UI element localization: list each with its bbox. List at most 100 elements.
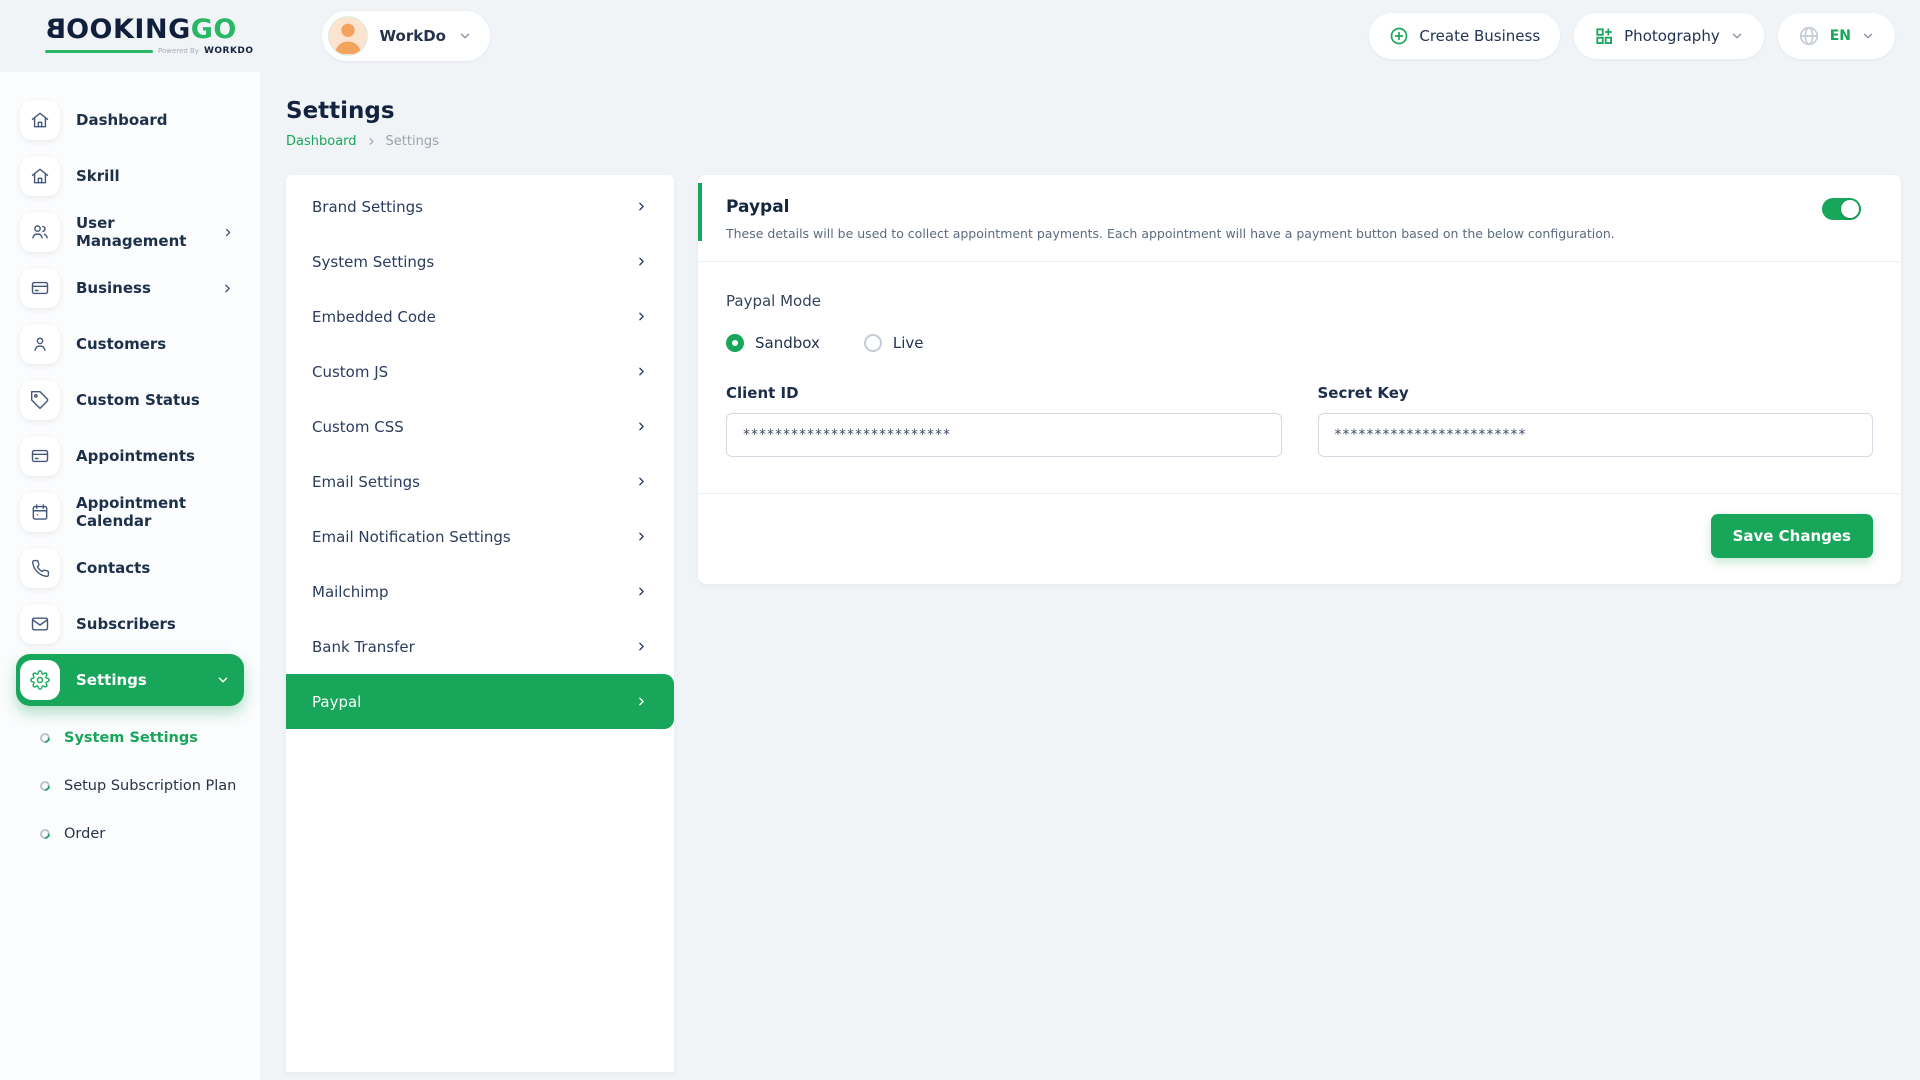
avatar-person-icon	[329, 16, 367, 55]
paypal-mode-options: Sandbox Live	[726, 334, 1873, 352]
chevron-down-icon	[1730, 29, 1744, 43]
users-icon	[20, 212, 60, 252]
sidebar-item-subscribers[interactable]: Subscribers	[0, 596, 260, 652]
home-icon	[20, 100, 60, 140]
sidebar-item-label: Settings	[76, 671, 147, 689]
settings-nav-label: Email Notification Settings	[312, 528, 511, 546]
sidebar-item-label: Subscribers	[76, 615, 176, 633]
chevron-right-icon	[635, 255, 648, 268]
sidebar-item-customers[interactable]: Customers	[0, 316, 260, 372]
chevron-right-icon	[635, 640, 648, 653]
chevron-right-icon	[635, 420, 648, 433]
sidebar: Dashboard Skrill User Management Busines…	[0, 72, 260, 1080]
create-business-button[interactable]: Create Business	[1369, 13, 1560, 59]
chevron-right-icon	[366, 136, 377, 147]
chevron-down-icon	[458, 29, 472, 43]
chevron-right-icon	[221, 282, 234, 295]
panel-body: Paypal Mode Sandbox Live Cli	[698, 262, 1901, 584]
secret-key-label: Secret Key	[1318, 384, 1874, 402]
tag-icon	[20, 380, 60, 420]
workspace-name: WorkDo	[380, 27, 446, 45]
chevron-right-icon	[635, 530, 648, 543]
radio-option-live[interactable]: Live	[864, 334, 924, 352]
powered-by-brand: WORKDO	[204, 46, 254, 56]
home-icon	[20, 156, 60, 196]
settings-nav-label: Custom CSS	[312, 418, 404, 436]
settings-nav-label: Brand Settings	[312, 198, 423, 216]
workspace-switcher[interactable]: WorkDo	[322, 11, 490, 61]
sidebar-item-custom-status[interactable]: Custom Status	[0, 372, 260, 428]
secret-key-input[interactable]	[1318, 413, 1874, 457]
logo-wordmark: BOOKINGGO	[45, 16, 254, 43]
breadcrumb-current: Settings	[386, 134, 439, 149]
sidebar-item-contacts[interactable]: Contacts	[0, 540, 260, 596]
page-title: Settings	[286, 98, 1901, 124]
sidebar-item-user-management[interactable]: User Management	[0, 204, 260, 260]
settings-nav-label: Embedded Code	[312, 308, 436, 326]
main-content: Settings Dashboard Settings Brand Settin…	[260, 72, 1920, 1080]
settings-nav-custom-js[interactable]: Custom JS	[286, 344, 674, 399]
settings-nav-brand-settings[interactable]: Brand Settings	[286, 179, 674, 234]
settings-nav-embedded-code[interactable]: Embedded Code	[286, 289, 674, 344]
radio-option-label: Sandbox	[755, 334, 820, 352]
sidebar-item-appointment-calendar[interactable]: Appointment Calendar	[0, 484, 260, 540]
settings-nav-email-notification-settings[interactable]: Email Notification Settings	[286, 509, 674, 564]
logo-primary-text: OOKING	[66, 14, 191, 45]
submenu-item-order[interactable]: Order	[40, 810, 260, 858]
mail-icon	[20, 604, 60, 644]
settings-nav-card: Brand Settings System Settings Embedded …	[286, 175, 674, 1072]
settings-nav-label: Email Settings	[312, 473, 420, 491]
settings-nav-paypal[interactable]: Paypal	[286, 674, 674, 729]
workspace-avatar	[328, 16, 368, 56]
chevron-right-icon	[635, 200, 648, 213]
submenu-item-system-settings[interactable]: System Settings	[40, 714, 260, 762]
business-selector[interactable]: Photography	[1574, 13, 1764, 59]
sidebar-item-skrill[interactable]: Skrill	[0, 148, 260, 204]
sidebar-item-label: Business	[76, 279, 151, 297]
sidebar-item-label: Custom Status	[76, 391, 200, 409]
panel-title: Paypal	[726, 197, 1861, 217]
submenu-item-setup-subscription-plan[interactable]: Setup Subscription Plan	[40, 762, 260, 810]
bullet-icon	[38, 731, 52, 745]
sidebar-item-label: Appointments	[76, 447, 195, 465]
language-selector[interactable]: EN	[1778, 13, 1895, 59]
sidebar-item-label: Skrill	[76, 167, 120, 185]
sidebar-item-dashboard[interactable]: Dashboard	[0, 92, 260, 148]
sidebar-item-business[interactable]: Business	[0, 260, 260, 316]
radio-option-sandbox[interactable]: Sandbox	[726, 334, 820, 352]
chevron-right-icon	[635, 365, 648, 378]
settings-nav-system-settings[interactable]: System Settings	[286, 234, 674, 289]
save-changes-button[interactable]: Save Changes	[1711, 514, 1873, 558]
sidebar-item-appointments[interactable]: Appointments	[0, 428, 260, 484]
radio-checked-icon[interactable]	[726, 334, 744, 352]
bullet-icon	[38, 779, 52, 793]
paypal-mode-label: Paypal Mode	[726, 292, 1873, 310]
client-id-label: Client ID	[726, 384, 1282, 402]
app-logo[interactable]: BOOKINGGO Powered By WORKDO	[45, 16, 254, 56]
panel-footer: Save Changes	[698, 493, 1901, 584]
settings-nav-bank-transfer[interactable]: Bank Transfer	[286, 619, 674, 674]
settings-nav-email-settings[interactable]: Email Settings	[286, 454, 674, 509]
grid-plus-icon	[1594, 26, 1614, 46]
chevron-right-icon	[635, 585, 648, 598]
settings-nav-label: Bank Transfer	[312, 638, 415, 656]
sidebar-item-label: Contacts	[76, 559, 150, 577]
settings-nav-label: System Settings	[312, 253, 434, 271]
logo-underline	[45, 50, 153, 53]
chevron-right-icon	[635, 310, 648, 323]
client-id-input[interactable]	[726, 413, 1282, 457]
sidebar-item-label: Dashboard	[76, 111, 167, 129]
settings-nav-label: Custom JS	[312, 363, 388, 381]
language-code: EN	[1830, 28, 1851, 44]
credit-card-icon	[20, 436, 60, 476]
breadcrumb-dashboard-link[interactable]: Dashboard	[286, 134, 357, 149]
chevron-right-icon	[635, 695, 648, 708]
settings-nav-custom-css[interactable]: Custom CSS	[286, 399, 674, 454]
sidebar-item-settings[interactable]: Settings	[16, 654, 244, 706]
radio-unchecked-icon[interactable]	[864, 334, 882, 352]
business-selector-label: Photography	[1624, 27, 1720, 45]
paypal-enabled-toggle[interactable]	[1822, 198, 1861, 220]
chevron-down-icon	[1861, 29, 1875, 43]
settings-nav-mailchimp[interactable]: Mailchimp	[286, 564, 674, 619]
plus-circle-icon	[1389, 26, 1409, 46]
